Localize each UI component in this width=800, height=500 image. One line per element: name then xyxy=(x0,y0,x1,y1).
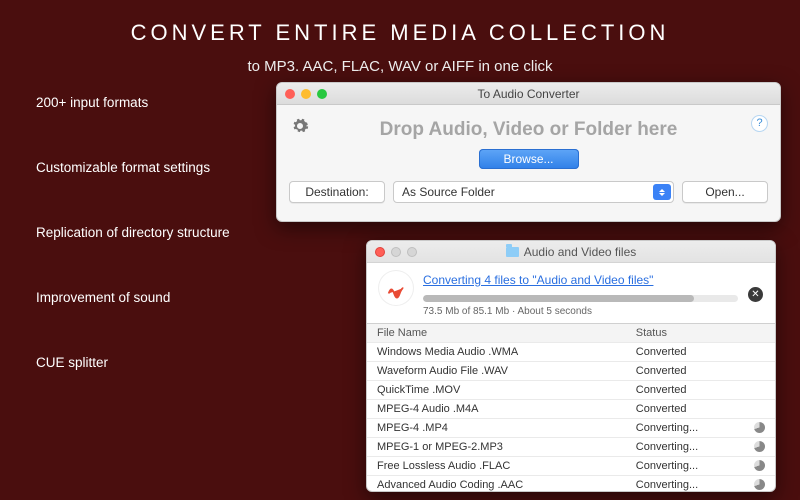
cell-status: Converted xyxy=(636,384,749,396)
cell-busy xyxy=(749,384,765,396)
table-row[interactable]: Free Lossless Audio .FLACConverting... xyxy=(367,456,775,475)
page-subhead: to MP3. AAC, FLAC, WAV or AIFF in one cl… xyxy=(0,58,800,75)
cancel-icon[interactable]: ✕ xyxy=(748,287,763,302)
cell-busy xyxy=(749,479,765,491)
spinner-icon xyxy=(754,422,765,433)
feature-list: 200+ input formats Customizable format s… xyxy=(36,95,230,420)
progress-status: 73.5 Mb of 85.1 Mb · About 5 seconds xyxy=(423,306,738,317)
drop-area-text[interactable]: Drop Audio, Video or Folder here xyxy=(277,119,780,141)
cell-status: Converting... xyxy=(636,422,749,434)
converter-window: To Audio Converter ? Drop Audio, Video o… xyxy=(276,82,781,222)
cell-filename: MPEG-4 .MP4 xyxy=(377,422,636,434)
cell-status: Converting... xyxy=(636,460,749,472)
progress-bar xyxy=(423,295,738,302)
col-status: Status xyxy=(636,327,749,339)
minimize-icon[interactable] xyxy=(391,247,401,257)
table-row[interactable]: Waveform Audio File .WAVConverted xyxy=(367,361,775,380)
cell-filename: Free Lossless Audio .FLAC xyxy=(377,460,636,472)
col-filename: File Name xyxy=(377,327,636,339)
cell-busy xyxy=(749,346,765,358)
window-title: To Audio Converter xyxy=(277,87,780,101)
cell-filename: Waveform Audio File .WAV xyxy=(377,365,636,377)
progress-link[interactable]: Converting 4 files to "Audio and Video f… xyxy=(423,273,653,287)
cell-status: Converted xyxy=(636,365,749,377)
chevron-updown-icon xyxy=(653,184,671,200)
table-row[interactable]: MPEG-4 .MP4Converting... xyxy=(367,418,775,437)
cell-filename: MPEG-4 Audio .M4A xyxy=(377,403,636,415)
open-button[interactable]: Open... xyxy=(682,181,768,203)
table-row[interactable]: MPEG-4 Audio .M4AConverted xyxy=(367,399,775,418)
table-header: File Name Status xyxy=(367,323,775,342)
feature-item: Improvement of sound xyxy=(36,290,230,305)
cell-filename: MPEG-1 or MPEG-2.MP3 xyxy=(377,441,636,453)
zoom-icon[interactable] xyxy=(407,247,417,257)
feature-item: CUE splitter xyxy=(36,355,230,370)
feature-item: Replication of directory structure xyxy=(36,225,230,240)
cell-filename: Windows Media Audio .WMA xyxy=(377,346,636,358)
table-row[interactable]: Windows Media Audio .WMAConverted xyxy=(367,342,775,361)
cell-status: Converted xyxy=(636,346,749,358)
page-headline: CONVERT ENTIRE MEDIA COLLECTION xyxy=(0,0,800,46)
cell-busy xyxy=(749,441,765,453)
cell-filename: Advanced Audio Coding .AAC xyxy=(377,479,636,491)
spinner-icon xyxy=(754,441,765,452)
window-title: Audio and Video files xyxy=(524,245,637,259)
titlebar[interactable]: To Audio Converter xyxy=(277,83,780,105)
feature-item: Customizable format settings xyxy=(36,160,230,175)
table-row[interactable]: MPEG-1 or MPEG-2.MP3Converting... xyxy=(367,437,775,456)
titlebar[interactable]: Audio and Video files xyxy=(367,241,775,263)
gear-icon[interactable] xyxy=(291,117,309,135)
spinner-icon xyxy=(754,460,765,471)
folder-icon xyxy=(506,247,519,257)
cell-filename: QuickTime .MOV xyxy=(377,384,636,396)
app-icon xyxy=(379,271,413,305)
destination-label-button[interactable]: Destination: xyxy=(289,181,385,203)
cell-busy xyxy=(749,460,765,472)
help-icon[interactable]: ? xyxy=(751,115,768,132)
browse-button[interactable]: Browse... xyxy=(479,149,579,169)
spinner-icon xyxy=(754,479,765,490)
cell-status: Converting... xyxy=(636,479,749,491)
cell-busy xyxy=(749,403,765,415)
table-row[interactable]: Advanced Audio Coding .AACConverting... xyxy=(367,475,775,494)
cell-status: Converting... xyxy=(636,441,749,453)
progress-fill xyxy=(423,295,694,302)
cell-status: Converted xyxy=(636,403,749,415)
cell-busy xyxy=(749,422,765,434)
table-row[interactable]: QuickTime .MOVConverted xyxy=(367,380,775,399)
destination-value: As Source Folder xyxy=(402,185,495,199)
close-icon[interactable] xyxy=(375,247,385,257)
destination-select[interactable]: As Source Folder xyxy=(393,181,674,203)
cell-busy xyxy=(749,365,765,377)
progress-window: Audio and Video files Converting 4 files… xyxy=(366,240,776,492)
feature-item: 200+ input formats xyxy=(36,95,230,110)
